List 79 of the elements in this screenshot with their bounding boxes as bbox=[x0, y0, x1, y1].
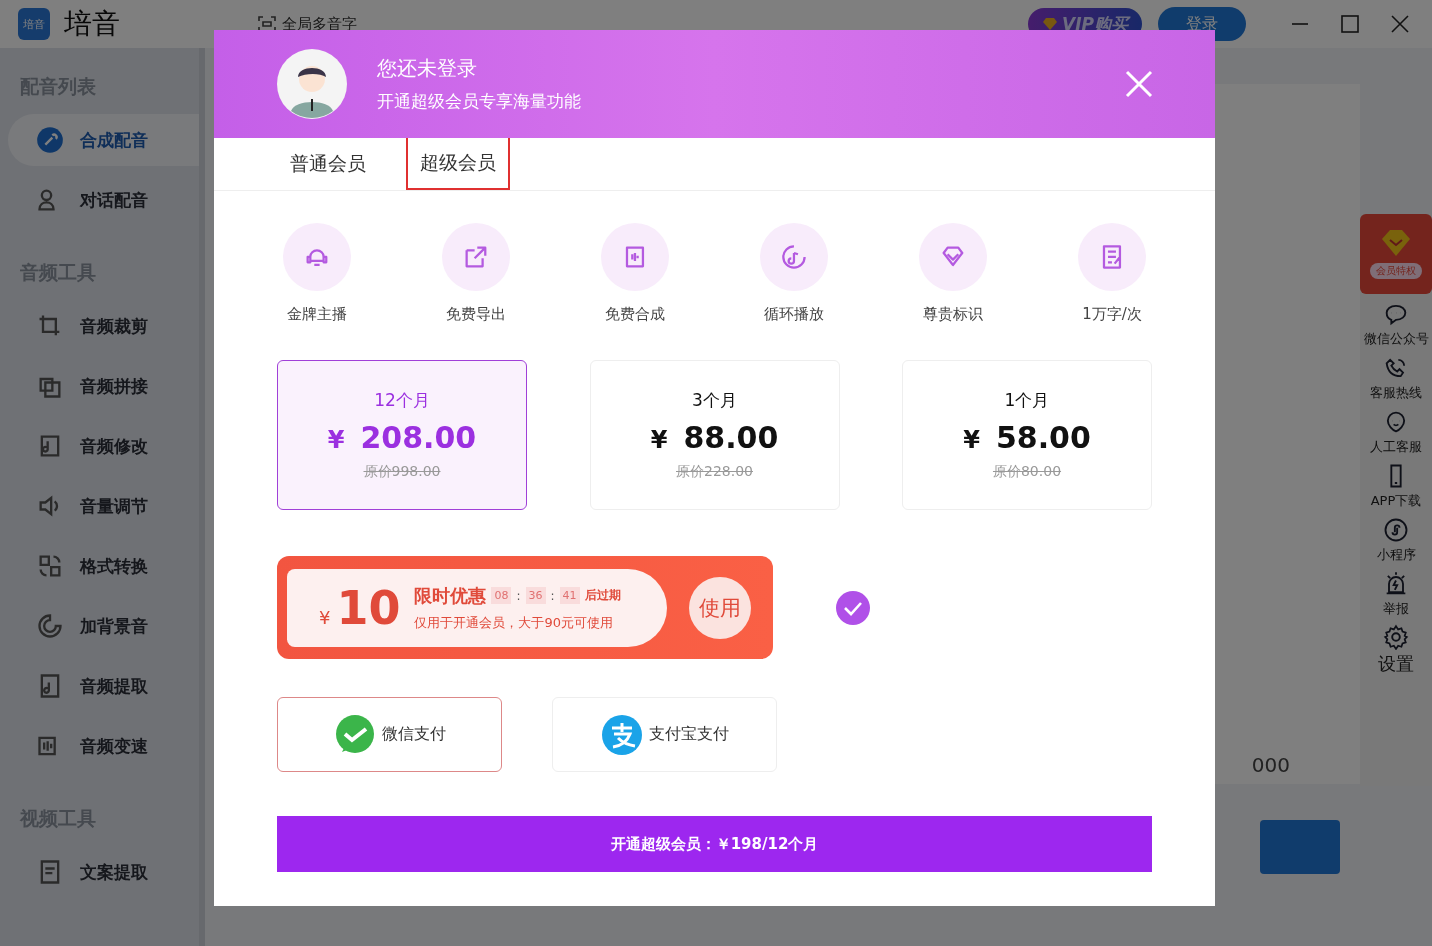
coupon-title: 限时优惠 bbox=[414, 583, 487, 608]
sidebar-item[interactable]: 文案提取 bbox=[8, 846, 199, 898]
settings-button[interactable]: 设置 bbox=[1378, 624, 1414, 676]
original-price: 原价80.00 bbox=[992, 463, 1062, 481]
toolbar-item[interactable]: 微信公众号 bbox=[1363, 300, 1429, 348]
plan-price: 208.00 bbox=[360, 420, 477, 455]
sidebar-item[interactable]: 对话配音 bbox=[8, 174, 199, 226]
plan-price: 88.00 bbox=[683, 420, 779, 455]
sidebar-item[interactable]: 音频修改 bbox=[8, 420, 199, 472]
sidebar-item[interactable]: 音频拼接 bbox=[8, 360, 199, 412]
feature-icon bbox=[760, 223, 828, 291]
currency-sign: ¥ bbox=[327, 426, 345, 454]
feature-icon bbox=[442, 223, 510, 291]
feature-label: 免费导出 bbox=[446, 305, 506, 324]
timer-separator: : bbox=[550, 588, 555, 603]
subscribe-button[interactable]: 开通超级会员：￥198/12个月 bbox=[277, 816, 1152, 872]
feature-icon bbox=[919, 223, 987, 291]
count-text: 000 bbox=[1251, 753, 1290, 777]
membership-tab[interactable]: 普通会员 bbox=[280, 138, 376, 190]
timer-digits: 36 bbox=[525, 587, 546, 604]
coupon-amount: 10 bbox=[336, 580, 401, 635]
coupon-note: 仅用于开通会员，大于90元可使用 bbox=[414, 613, 614, 632]
feature-icon bbox=[283, 223, 351, 291]
toolbar-item[interactable]: APP下载 bbox=[1370, 462, 1422, 510]
app-logo: 培音 bbox=[18, 8, 50, 40]
feature-label: 金牌主播 bbox=[287, 305, 347, 324]
feature-label: 循环播放 bbox=[764, 305, 824, 324]
expiry-label: 后过期 bbox=[584, 587, 621, 604]
currency-sign: ¥ bbox=[650, 426, 668, 454]
plan-card[interactable]: 1个月 ¥ 58.00 原价80.00 bbox=[902, 360, 1152, 510]
toolbar-item[interactable]: 小程序 bbox=[1376, 516, 1416, 564]
toolbar-icon bbox=[1382, 516, 1410, 544]
feature-icon bbox=[1078, 223, 1146, 291]
feature-label: 免费合成 bbox=[605, 305, 665, 324]
plan-period: 1个月 bbox=[1004, 389, 1050, 412]
sidebar-item[interactable]: 音频变速 bbox=[8, 720, 199, 772]
tool-icon bbox=[36, 612, 64, 640]
scan-icon bbox=[258, 16, 276, 32]
plan-period: 3个月 bbox=[692, 389, 737, 412]
member-badge[interactable]: 会员特权 bbox=[1360, 214, 1432, 294]
sidebar-item[interactable]: 格式转换 bbox=[8, 540, 199, 592]
original-price: 原价228.00 bbox=[676, 463, 753, 481]
toolbar-item[interactable]: 举报 bbox=[1382, 570, 1410, 618]
circle-icon bbox=[36, 126, 64, 154]
feature-label: 1万字/次 bbox=[1082, 305, 1142, 324]
chat-check-icon bbox=[333, 713, 376, 756]
membership-tab[interactable]: 超级会员 bbox=[406, 138, 510, 190]
dialog-subtitle: 开通超级会员专享海量功能 bbox=[377, 90, 582, 113]
payment-option[interactable]: 微信支付 bbox=[277, 697, 502, 772]
sidebar-item[interactable]: 音量调节 bbox=[8, 480, 199, 532]
dialog-title: 您还未登录 bbox=[377, 55, 478, 82]
plan-card[interactable]: 3个月 ¥ 88.00 原价228.00 bbox=[589, 360, 840, 510]
diamond-icon bbox=[1379, 229, 1413, 257]
plan-card[interactable]: 12个月 ¥ 208.00 原价998.00 bbox=[277, 360, 527, 510]
timer-digits: 08 bbox=[491, 587, 512, 604]
avatar-icon bbox=[277, 49, 347, 119]
feature-label: 尊贵标识 bbox=[923, 305, 983, 324]
payment-logo-icon bbox=[600, 713, 643, 756]
use-coupon-button[interactable]: 使用 bbox=[689, 576, 751, 639]
toolbar-item[interactable]: 人工客服 bbox=[1370, 408, 1422, 456]
timer-digits: 41 bbox=[559, 587, 580, 604]
sidebar-item[interactable]: 加背景音 bbox=[8, 600, 199, 652]
sidebar-item[interactable]: 音频提取 bbox=[8, 660, 199, 712]
currency-sign: ¥ bbox=[963, 426, 980, 454]
original-price: 原价998.00 bbox=[363, 463, 441, 481]
toolbar-item[interactable]: 客服热线 bbox=[1370, 354, 1422, 402]
app-title: 培音 bbox=[64, 6, 120, 42]
sidebar-item[interactable]: 合成配音 bbox=[8, 114, 199, 166]
payment-option[interactable]: 支付宝支付 bbox=[552, 697, 777, 772]
plan-price: 58.00 bbox=[995, 420, 1091, 455]
settings-icon bbox=[1383, 624, 1409, 650]
currency-sign: ¥ bbox=[319, 607, 331, 628]
timer-separator: : bbox=[516, 588, 521, 603]
plan-period: 12个月 bbox=[374, 389, 430, 412]
feature-icon bbox=[601, 223, 669, 291]
sidebar-item[interactable]: 音频裁剪 bbox=[8, 300, 199, 352]
close-icon[interactable] bbox=[1390, 14, 1410, 34]
maximize-icon[interactable] bbox=[1340, 14, 1360, 34]
check-icon[interactable] bbox=[835, 589, 871, 626]
